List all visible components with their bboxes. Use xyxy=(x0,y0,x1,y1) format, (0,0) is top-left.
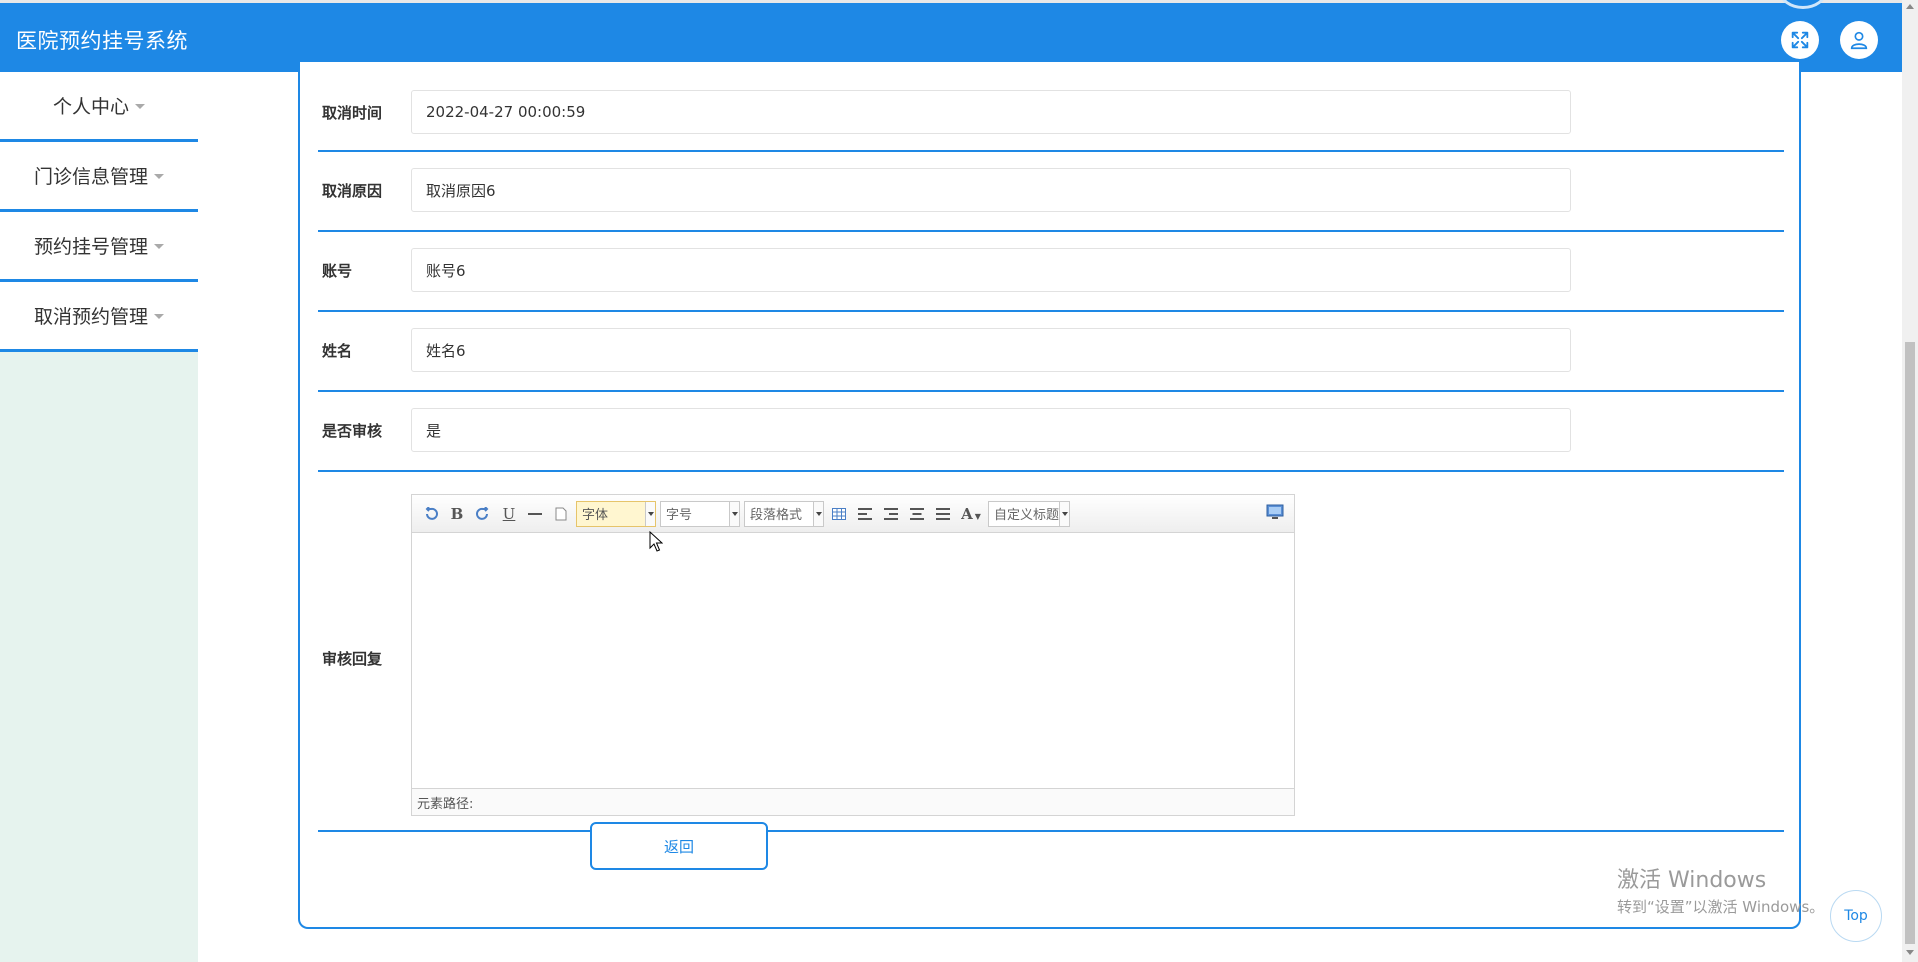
new-document-button[interactable] xyxy=(550,503,572,525)
audit-status-input[interactable]: 是 xyxy=(411,408,1571,452)
dropdown-arrow-icon xyxy=(813,501,823,526)
undo-button[interactable] xyxy=(420,503,442,525)
editor-content-area[interactable] xyxy=(412,533,1294,789)
sidebar-item-personal-center[interactable]: 个人中心 xyxy=(0,72,198,142)
align-right-button[interactable] xyxy=(880,503,902,525)
field-label: 是否审核 xyxy=(322,422,383,440)
back-to-top-button[interactable]: Top xyxy=(1830,890,1882,942)
align-left-button[interactable] xyxy=(854,503,876,525)
form-row-cancel-time: 取消时间 2022-04-27 00:00:59 xyxy=(318,72,1784,152)
cancel-time-input[interactable]: 2022-04-27 00:00:59 xyxy=(411,90,1571,134)
user-menu-button[interactable] xyxy=(1840,21,1878,59)
main-content: 取消时间 2022-04-27 00:00:59 取消原因 取消原因6 账号 账… xyxy=(198,62,1902,962)
underline-icon: U xyxy=(502,504,516,523)
align-center-icon xyxy=(910,507,924,520)
font-size-select[interactable]: 字号 xyxy=(660,500,740,527)
header-decoration xyxy=(1779,0,1827,9)
account-input[interactable]: 账号6 xyxy=(411,248,1571,292)
sidebar-item-label: 个人中心 xyxy=(52,96,129,118)
sidebar-item-label: 取消预约管理 xyxy=(33,306,148,328)
align-left-icon xyxy=(858,507,872,520)
caret-down-icon xyxy=(154,244,164,249)
custom-title-select[interactable]: 自定义标题 xyxy=(988,500,1070,527)
underline-button[interactable]: U xyxy=(498,503,520,525)
bold-button[interactable]: B xyxy=(446,503,468,525)
font-color-button[interactable]: A ▼ xyxy=(958,503,984,525)
field-label: 取消时间 xyxy=(322,104,383,122)
app-title: 医院预约挂号系统 xyxy=(16,29,188,53)
preview-icon xyxy=(1266,504,1284,519)
user-icon xyxy=(1850,31,1868,50)
insert-table-button[interactable] xyxy=(828,503,850,525)
custom-title-value: 自定义标题 xyxy=(994,508,1060,523)
page-scrollbar[interactable] xyxy=(1902,0,1918,962)
align-right-icon xyxy=(884,507,898,520)
editor-toolbar: B U 字体 字号 段落格式 A ▼ 自定义标题 xyxy=(412,495,1294,533)
paragraph-format-value: 段落格式 xyxy=(750,508,803,523)
element-path-status: 元素路径: xyxy=(412,789,1294,815)
watermark-line2: 转到“设置”以激活 Windows。 xyxy=(1617,898,1825,916)
mouse-cursor-icon xyxy=(649,531,663,552)
sidebar-item-cancel-appointment[interactable]: 取消预约管理 xyxy=(0,282,198,352)
sidebar: 个人中心 门诊信息管理 预约挂号管理 取消预约管理 xyxy=(0,72,198,962)
field-label: 姓名 xyxy=(322,342,353,360)
font-family-select[interactable]: 字体 xyxy=(576,500,656,527)
field-label: 账号 xyxy=(322,262,353,280)
caret-down-icon xyxy=(135,104,145,109)
horizontal-rule-icon xyxy=(528,512,542,515)
font-family-value: 字体 xyxy=(582,508,609,523)
scrollbar-thumb[interactable] xyxy=(1905,342,1915,944)
redo-button[interactable] xyxy=(472,503,494,525)
caret-down-icon xyxy=(154,314,164,319)
align-justify-button[interactable] xyxy=(932,503,954,525)
horizontal-rule-button[interactable] xyxy=(524,503,546,525)
form-row-audit-status: 是否审核 是 xyxy=(318,392,1784,472)
expand-icon xyxy=(1791,31,1809,49)
dropdown-arrow-icon xyxy=(1059,501,1069,526)
form-row-account: 账号 账号6 xyxy=(318,232,1784,312)
table-icon xyxy=(832,507,846,520)
font-size-value: 字号 xyxy=(666,508,693,523)
bold-icon: B xyxy=(450,504,464,523)
back-button[interactable]: 返回 xyxy=(590,822,768,870)
form-row-name: 姓名 姓名6 xyxy=(318,312,1784,392)
align-center-button[interactable] xyxy=(906,503,928,525)
paragraph-format-select[interactable]: 段落格式 xyxy=(744,500,824,527)
watermark-line1: 激活 Windows xyxy=(1617,868,1767,893)
windows-activation-watermark: 激活 Windows 转到“设置”以激活 Windows。 xyxy=(1617,862,1824,917)
font-color-icon: A ▼ xyxy=(961,504,981,523)
form-row-cancel-reason: 取消原因 取消原因6 xyxy=(318,152,1784,232)
dropdown-arrow-icon xyxy=(729,501,739,526)
field-label: 取消原因 xyxy=(322,182,383,200)
caret-down-icon xyxy=(154,174,164,179)
redo-icon xyxy=(476,506,489,520)
dropdown-arrow-icon xyxy=(645,501,655,526)
name-input[interactable]: 姓名6 xyxy=(411,328,1571,372)
sidebar-item-label: 门诊信息管理 xyxy=(33,166,148,188)
detail-form-card: 取消时间 2022-04-27 00:00:59 取消原因 取消原因6 账号 账… xyxy=(298,62,1801,929)
fullscreen-button[interactable] xyxy=(1781,21,1819,59)
rich-text-editor: B U 字体 字号 段落格式 A ▼ 自定义标题 元素路径: xyxy=(411,494,1295,816)
sidebar-item-clinic-info[interactable]: 门诊信息管理 xyxy=(0,142,198,212)
sidebar-item-appointment[interactable]: 预约挂号管理 xyxy=(0,212,198,282)
field-label: 审核回复 xyxy=(322,650,383,668)
preview-button[interactable] xyxy=(1266,504,1284,520)
document-icon xyxy=(555,507,567,520)
sidebar-item-label: 预约挂号管理 xyxy=(33,236,148,258)
form-row-audit-reply: 审核回复 B U 字体 字号 段落格式 A ▼ 自定义标题 元素路径: xyxy=(318,472,1784,832)
cancel-reason-input[interactable]: 取消原因6 xyxy=(411,168,1571,212)
undo-icon xyxy=(425,506,438,520)
scroll-up-arrow-icon[interactable] xyxy=(1906,4,1914,9)
align-justify-icon xyxy=(936,507,950,520)
scroll-down-arrow-icon[interactable] xyxy=(1906,950,1914,955)
